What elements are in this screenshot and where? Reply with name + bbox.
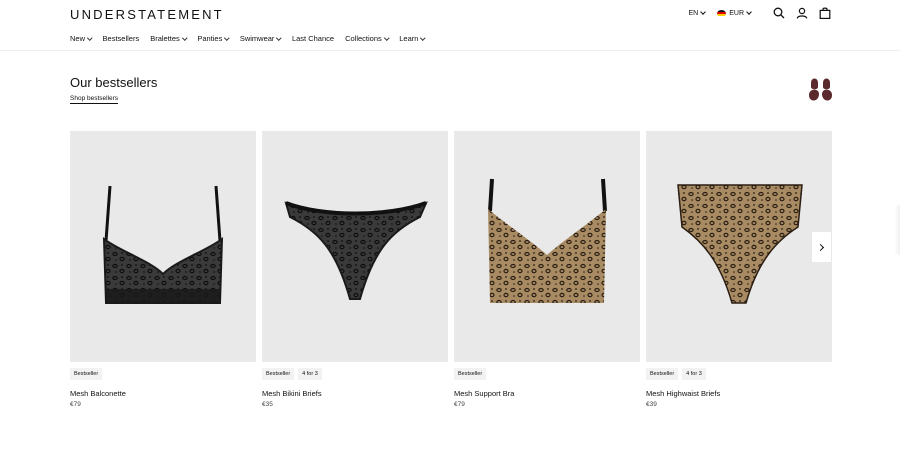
- product-name[interactable]: Mesh Support Bra: [454, 389, 640, 398]
- nav-item-last-chance[interactable]: Last Chance: [292, 34, 334, 43]
- product-badges: Bestseller: [454, 368, 640, 380]
- product-name[interactable]: Mesh Bikini Briefs: [262, 389, 448, 398]
- product-card[interactable]: Bestseller 4 for 3 Mesh Highwaist Briefs €3…: [646, 131, 832, 408]
- brand-mark-icon: [809, 78, 832, 101]
- nav-item-label: Swimwear: [239, 34, 275, 43]
- product-image[interactable]: [262, 131, 448, 362]
- product-card[interactable]: Bestseller 4 for 3 Mesh Bikini Briefs €35: [262, 131, 448, 408]
- product-price: €79: [70, 401, 81, 408]
- nav-item-bestsellers[interactable]: Bestsellers: [103, 34, 140, 43]
- nav-item-label: Collections: [345, 34, 382, 43]
- nav-item-new[interactable]: New: [70, 34, 93, 43]
- shop-bestsellers-link[interactable]: Shop bestsellers: [70, 95, 119, 104]
- currency-selector[interactable]: EUR: [717, 9, 752, 17]
- product-badges: Bestseller 4 for 3: [646, 368, 832, 380]
- chevron-down-icon: [224, 35, 230, 40]
- nav-item-label: Bralettes: [150, 34, 180, 43]
- nav-item-swimwear[interactable]: Swimwear: [239, 34, 282, 43]
- product-badge: 4 for 3: [682, 368, 706, 380]
- language-label: EN: [688, 9, 699, 17]
- product-name[interactable]: Mesh Balconette: [70, 389, 256, 398]
- chevron-down-icon: [182, 35, 188, 40]
- header-utilities: EN EUR: [688, 6, 832, 20]
- nav-item-panties[interactable]: Panties: [197, 34, 230, 43]
- product-carousel: Bestseller Mesh Balconette €79 Bestseller 4 …: [70, 131, 832, 408]
- chevron-down-icon: [87, 35, 93, 40]
- nav-item-label: Bestsellers: [102, 34, 140, 43]
- search-icon[interactable]: [772, 6, 786, 20]
- brand-logo[interactable]: UNDERSTATEMENT: [70, 7, 224, 22]
- site-header: UNDERSTATEMENT EN EUR: [0, 0, 900, 28]
- nav-item-label: Panties: [197, 34, 223, 43]
- product-card[interactable]: Bestseller Mesh Balconette €79: [70, 131, 256, 408]
- product-image[interactable]: [454, 131, 640, 362]
- carousel-next-button[interactable]: [812, 232, 831, 262]
- product-image[interactable]: [646, 131, 832, 362]
- main-navigation: New Bestsellers Bralettes Panties Swimwear La…: [70, 34, 436, 43]
- product-name[interactable]: Mesh Highwaist Briefs: [646, 389, 832, 398]
- product-badge: 4 for 3: [298, 368, 322, 380]
- cart-icon[interactable]: [818, 6, 832, 20]
- nav-item-label: Learn: [399, 34, 419, 43]
- product-badges: Bestseller: [70, 368, 256, 380]
- nav-item-collections[interactable]: Collections: [345, 34, 389, 43]
- chevron-down-icon: [746, 9, 752, 15]
- product-price: €39: [646, 401, 657, 408]
- chevron-down-icon: [420, 35, 426, 40]
- side-panel-edge: [894, 205, 900, 255]
- header-divider: [0, 50, 900, 51]
- product-badge: Bestseller: [646, 368, 679, 380]
- chevron-down-icon: [384, 35, 389, 40]
- chevron-down-icon: [276, 35, 282, 40]
- product-card[interactable]: Bestseller Mesh Support Bra €79: [454, 131, 640, 408]
- chevron-right-icon: [816, 243, 825, 251]
- language-selector[interactable]: EN: [688, 9, 707, 17]
- product-badges: Bestseller 4 for 3: [262, 368, 448, 380]
- account-icon[interactable]: [795, 6, 809, 20]
- product-badge: Bestseller: [70, 368, 103, 380]
- chevron-down-icon: [700, 9, 707, 15]
- section-title: Our bestsellers: [70, 75, 158, 90]
- product-image[interactable]: [70, 131, 256, 362]
- product-badge: Bestseller: [262, 368, 295, 380]
- germany-flag-icon: [717, 9, 727, 17]
- nav-item-label: Last Chance: [291, 34, 335, 43]
- product-price: €79: [454, 401, 465, 408]
- product-price: €35: [262, 401, 273, 408]
- nav-item-learn[interactable]: Learn: [399, 34, 426, 43]
- currency-label: EUR: [729, 9, 744, 17]
- product-badge: Bestseller: [454, 368, 487, 380]
- nav-item-label: New: [70, 34, 86, 43]
- nav-item-bralettes[interactable]: Bralettes: [150, 34, 188, 43]
